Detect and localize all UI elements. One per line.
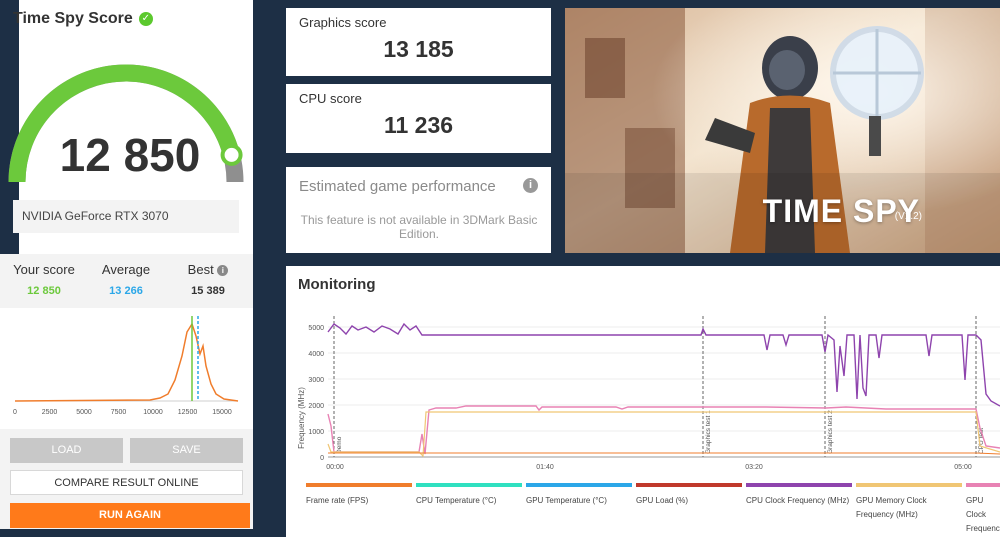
legend-label: GPU Temperature (°C) (526, 496, 607, 505)
best-label-row: Best i (166, 262, 250, 277)
legend-label: GPU Clock Frequency (966, 496, 1000, 533)
gpu-clock-series (327, 405, 1000, 455)
average-value: 13 266 (109, 285, 143, 297)
dist-x-ticks: 0 2500 5000 7500 10000 12500 15000 (13, 409, 232, 416)
dist-x-tick: 0 (13, 409, 17, 416)
dist-x-tick: 10000 (143, 409, 163, 416)
legend-color-bar (746, 483, 852, 487)
legend-label: Frame rate (FPS) (306, 496, 369, 505)
save-button[interactable]: SAVE (130, 438, 243, 463)
y-tick-label: 1000 (308, 429, 324, 436)
legend-item[interactable]: CPU Clock Frequency (MHz) (746, 483, 854, 508)
score-distribution-chart: 0 2500 5000 7500 10000 12500 15000 (0, 308, 253, 435)
monitoring-y-axis-label: Frequency (MHz) (297, 387, 306, 449)
y-tick-label: 0 (320, 455, 324, 462)
x-tick-label: 00:00 (326, 464, 344, 471)
check-icon: ✓ (138, 12, 153, 26)
info-icon[interactable]: i (217, 265, 229, 276)
legend-color-bar (856, 483, 962, 487)
x-tick-label: 01:40 (536, 464, 554, 471)
best-column: Best i 15 389 (166, 254, 250, 297)
legend-color-bar (526, 483, 632, 487)
your-score-column: Your score 12 850 (2, 254, 86, 297)
estimated-performance-card: Estimated game performance i This featur… (286, 167, 551, 253)
legend-item[interactable]: GPU Temperature (°C) (526, 483, 634, 508)
cpu-score-value: 11 236 (383, 112, 454, 138)
benchmark-banner: TIME SPY (V1.2) (565, 8, 1000, 253)
compare-online-button[interactable]: COMPARE RESULT ONLINE (10, 470, 243, 495)
frame-rate-series (328, 452, 1000, 455)
best-value: 15 389 (191, 285, 225, 297)
legend-color-bar (416, 483, 522, 487)
graphics-score-label: Graphics score (299, 15, 387, 30)
score-title-row: Time Spy Score ✓ (13, 10, 153, 28)
run-again-button[interactable]: RUN AGAIN (10, 503, 250, 528)
monitoring-panel: Monitoring 5000 4000 3000 2000 1000 0 00:00 01:… (286, 266, 1000, 537)
dist-x-tick: 12500 (178, 409, 198, 416)
monitoring-grid: 5000 4000 3000 2000 1000 000:00 01:40 03:20 05:0… (308, 325, 1000, 471)
x-tick-label: 05:00 (954, 464, 972, 471)
average-label: Average (101, 262, 151, 277)
estimated-performance-title: Estimated game performance (299, 178, 496, 195)
legend-label: GPU Load (%) (636, 496, 689, 505)
legend-label: CPU Clock Frequency (MHz) (746, 496, 850, 505)
info-icon[interactable]: i (523, 178, 538, 193)
y-tick-label: 4000 (308, 351, 324, 358)
score-card: Time Spy Score ✓ 12 850 NVIDIA GeForce R… (0, 0, 253, 529)
y-tick-label: 5000 (308, 325, 324, 332)
graphics-score-card: Graphics score 13 185 (286, 8, 551, 76)
total-score: 12 850 (59, 129, 201, 181)
legend-item[interactable]: CPU Temperature (°C) (416, 483, 524, 508)
legend-color-bar (306, 483, 412, 487)
legend-label: GPU Memory Clock Frequency (MHz) (856, 496, 927, 519)
legend-item[interactable]: GPU Memory Clock Frequency (MHz) (856, 483, 964, 522)
legend-color-bar (966, 483, 1000, 487)
cpu-score-card: CPU score 11 236 (286, 84, 551, 153)
graphics-score-value: 13 185 (383, 36, 454, 62)
dist-x-tick: 15000 (212, 409, 232, 416)
test-marker-label: Graphics test 1 (705, 410, 712, 454)
action-panel: LOAD SAVE COMPARE RESULT ONLINE RUN AGAI… (0, 429, 253, 529)
y-tick-label: 2000 (308, 403, 324, 410)
legend-item[interactable]: Frame rate (FPS) (306, 483, 414, 508)
cpu-score-label: CPU score (299, 91, 362, 106)
dist-x-tick: 2500 (42, 409, 58, 416)
legend-color-bar (636, 483, 742, 487)
load-button[interactable]: LOAD (10, 438, 123, 463)
your-score-value: 12 850 (27, 285, 61, 297)
score-title: Time Spy Score (13, 10, 133, 27)
test-marker-label: Graphics test 2 (827, 410, 834, 454)
banner-version: (V1.2) (894, 211, 922, 222)
legend-item[interactable]: GPU Clock Frequency (966, 483, 1000, 536)
cpu-clock-series (327, 322, 1000, 407)
score-comparison: Your score 12 850 Average 13 266 Best i … (0, 254, 253, 316)
legend-item[interactable]: GPU Load (%) (636, 483, 744, 508)
x-tick-label: 03:20 (745, 464, 763, 471)
legend-label: CPU Temperature (°C) (416, 496, 497, 505)
gpu-name: NVIDIA GeForce RTX 3070 (13, 200, 239, 233)
estimated-performance-text: This feature is not available in 3DMark … (300, 213, 538, 241)
dist-x-tick: 5000 (76, 409, 92, 416)
best-label: Best (187, 262, 214, 277)
your-score-label: Your score (13, 262, 75, 277)
dist-curve (14, 322, 239, 402)
average-column: Average 13 266 (84, 254, 168, 297)
dist-x-tick: 7500 (111, 409, 127, 416)
monitoring-markers: Demo Graphics test 1 Graphics test 2 CPU te… (333, 316, 985, 457)
y-tick-label: 3000 (308, 377, 324, 384)
